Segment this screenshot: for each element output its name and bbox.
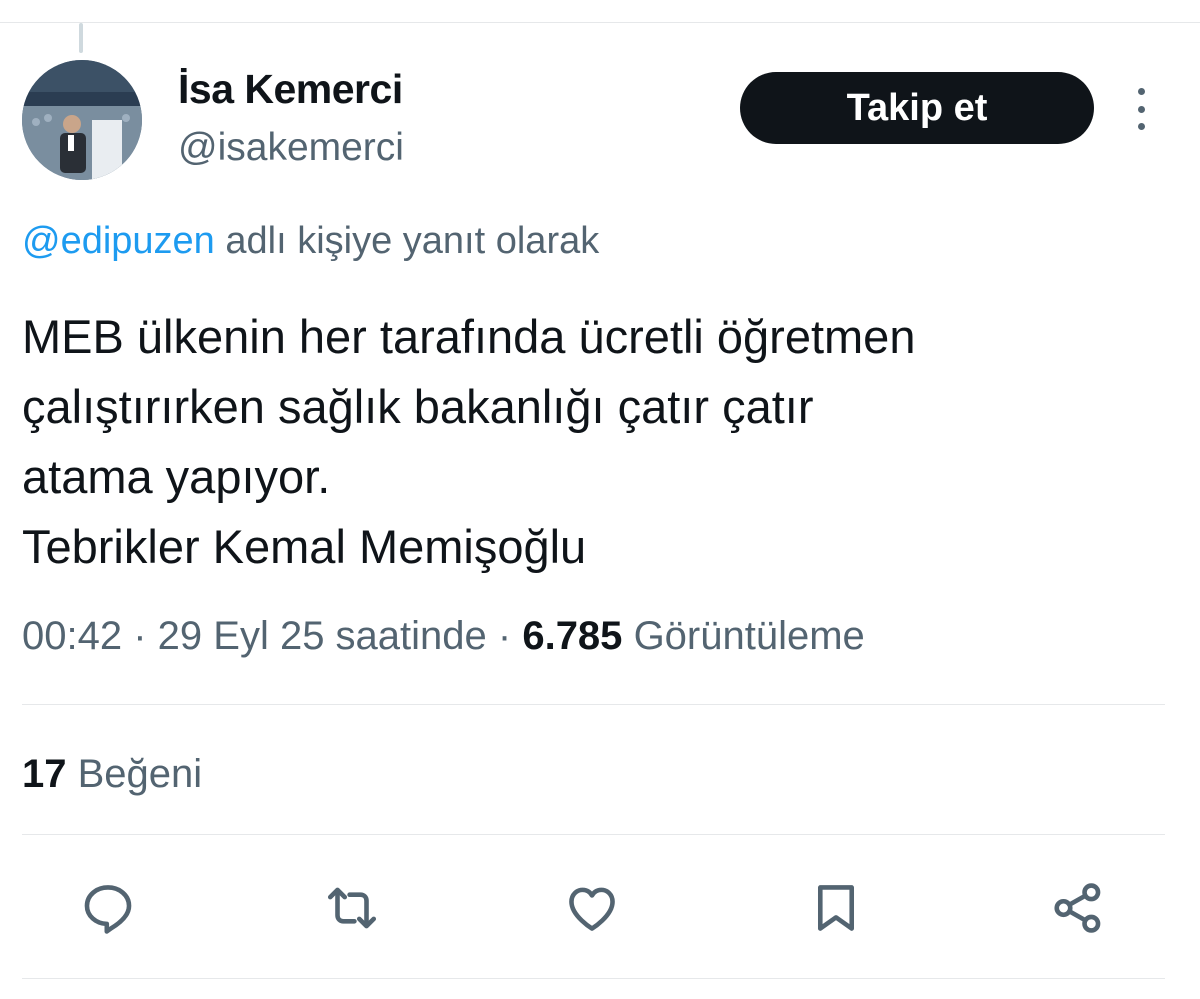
reply-mention-link[interactable]: @edipuzen — [22, 220, 215, 262]
like-icon — [569, 887, 615, 931]
reply-context-suffix: adlı kişiye yanıt olarak — [214, 220, 600, 262]
tweet-line: atama yapıyor. — [22, 450, 331, 503]
avatar-photo — [22, 60, 142, 180]
views-count: 6.785 — [522, 614, 623, 658]
more-options-icon[interactable] — [1126, 88, 1156, 130]
more-dot — [1137, 88, 1145, 95]
display-name[interactable]: İsa Kemerci — [178, 66, 403, 113]
tweet-line: Tebrikler Kemal Memişoğlu — [22, 520, 587, 573]
tweet-text: MEB ülkenin her tarafında ücretli öğretm… — [22, 302, 1172, 582]
divider — [22, 704, 1165, 705]
likes-label: Beğeni — [77, 752, 203, 796]
tweet-time[interactable]: 00:42 — [22, 614, 122, 658]
tweet-line: MEB ülkenin her tarafında ücretli öğretm… — [22, 310, 916, 363]
avatar[interactable] — [22, 60, 142, 180]
like-button[interactable] — [562, 878, 622, 938]
thread-connector — [79, 23, 83, 53]
likes-count: 17 — [22, 752, 67, 796]
likes-stat[interactable]: 17 Beğeni — [22, 752, 202, 797]
meta-separator: · — [122, 614, 158, 658]
tweet-meta: 00:42 · 29 Eyl 25 saatinde · 6.785 Görün… — [22, 614, 865, 659]
top-divider — [0, 22, 1200, 23]
divider — [22, 978, 1165, 979]
more-dot — [1137, 105, 1145, 113]
follow-button[interactable]: Takip et — [740, 72, 1094, 144]
user-handle[interactable]: @isakemerci — [178, 126, 404, 170]
share-icon — [1054, 883, 1101, 933]
more-dot — [1137, 123, 1145, 130]
divider — [22, 834, 1165, 835]
meta-separator: · — [486, 614, 523, 658]
retweet-icon — [327, 887, 377, 929]
tweet-date[interactable]: 29 Eyl 25 saatinde — [158, 614, 487, 658]
reply-button[interactable] — [78, 878, 138, 938]
views-label: Görüntüleme — [633, 614, 865, 658]
reply-icon — [84, 885, 132, 934]
tweet-line: çalıştırırken sağlık bakanlığı çatır çat… — [22, 380, 814, 433]
reply-context: @edipuzen adlı kişiye yanıt olarak — [22, 220, 599, 263]
bookmark-icon — [817, 885, 855, 931]
bookmark-button[interactable] — [806, 878, 866, 938]
retweet-button[interactable] — [322, 878, 382, 938]
share-button[interactable] — [1048, 878, 1108, 938]
